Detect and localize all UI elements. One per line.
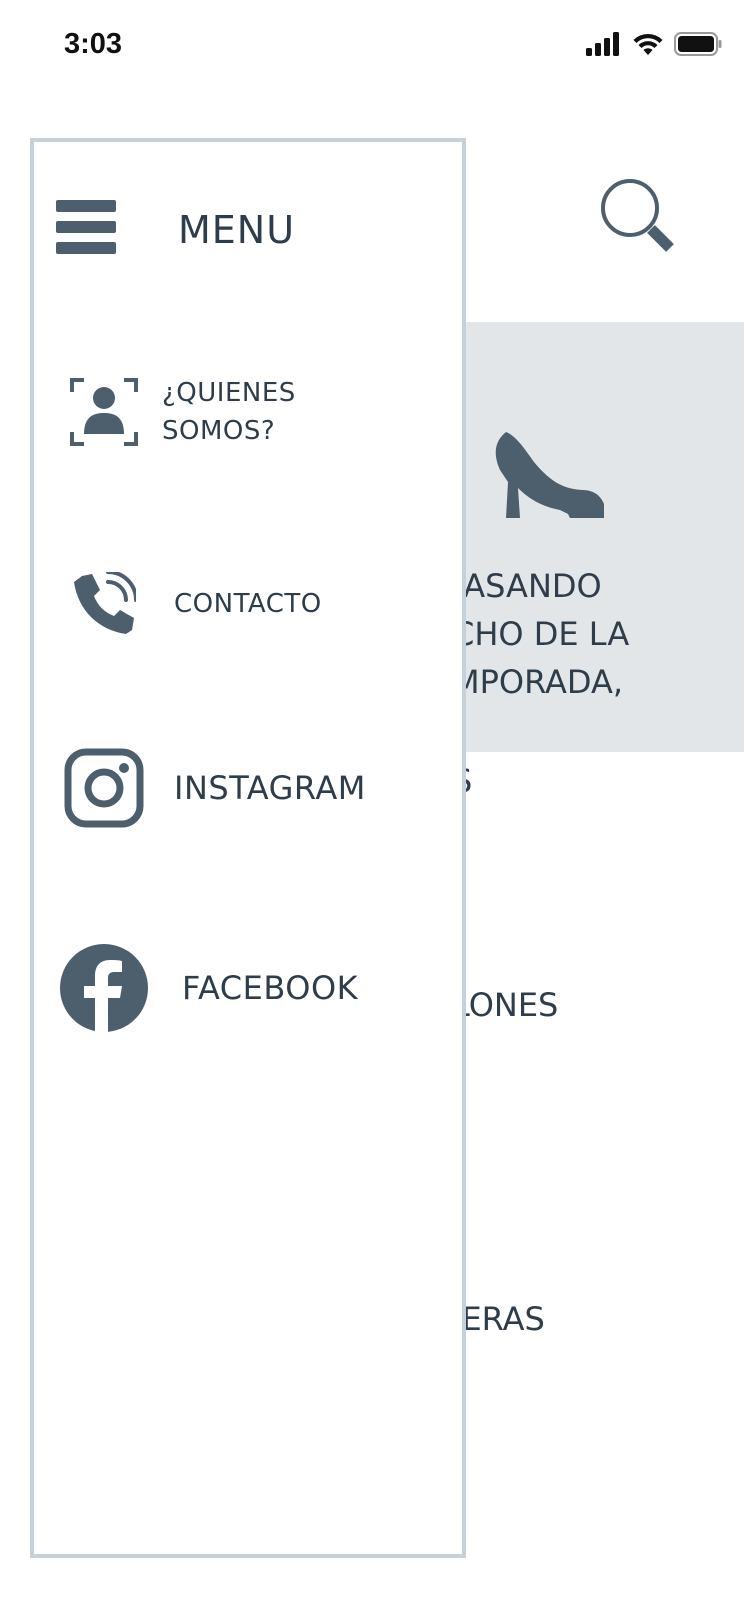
cellular-signal-icon [586, 32, 619, 56]
drawer-item-quienes-somos[interactable]: ¿QUIENES SOMOS? [54, 374, 446, 450]
menu-title: MENU [178, 208, 296, 252]
drawer-item-label: INSTAGRAM [174, 769, 366, 807]
drawer-item-label: ¿QUIENES SOMOS? [162, 378, 296, 446]
status-bar: 3:03 [0, 0, 752, 96]
navigation-drawer: MENU ¿QUIENES SOMOS? CONTACTO INSTAGRAM [30, 138, 466, 1558]
drawer-item-instagram[interactable]: INSTAGRAM [54, 748, 446, 828]
status-time: 3:03 [64, 28, 123, 60]
drawer-item-contacto[interactable]: CONTACTO [54, 572, 446, 636]
promo-banner-text: PASANDO CHO DE LA MPORADA, [446, 567, 630, 701]
instagram-icon [64, 748, 144, 828]
hamburger-menu-icon[interactable] [56, 200, 116, 254]
user-profile-icon [70, 378, 138, 446]
facebook-icon [60, 944, 148, 1032]
drawer-item-label: FACEBOOK [182, 969, 359, 1007]
drawer-item-label: CONTACTO [174, 589, 322, 619]
battery-icon [674, 32, 722, 56]
drawer-item-facebook[interactable]: FACEBOOK [54, 944, 446, 1032]
high-heel-shoe-icon [495, 432, 604, 518]
search-icon[interactable] [598, 176, 678, 256]
status-icons [586, 32, 722, 56]
phone-call-icon [74, 572, 136, 634]
background-category-item[interactable]: LONES [452, 986, 558, 1024]
wifi-icon [633, 33, 663, 55]
